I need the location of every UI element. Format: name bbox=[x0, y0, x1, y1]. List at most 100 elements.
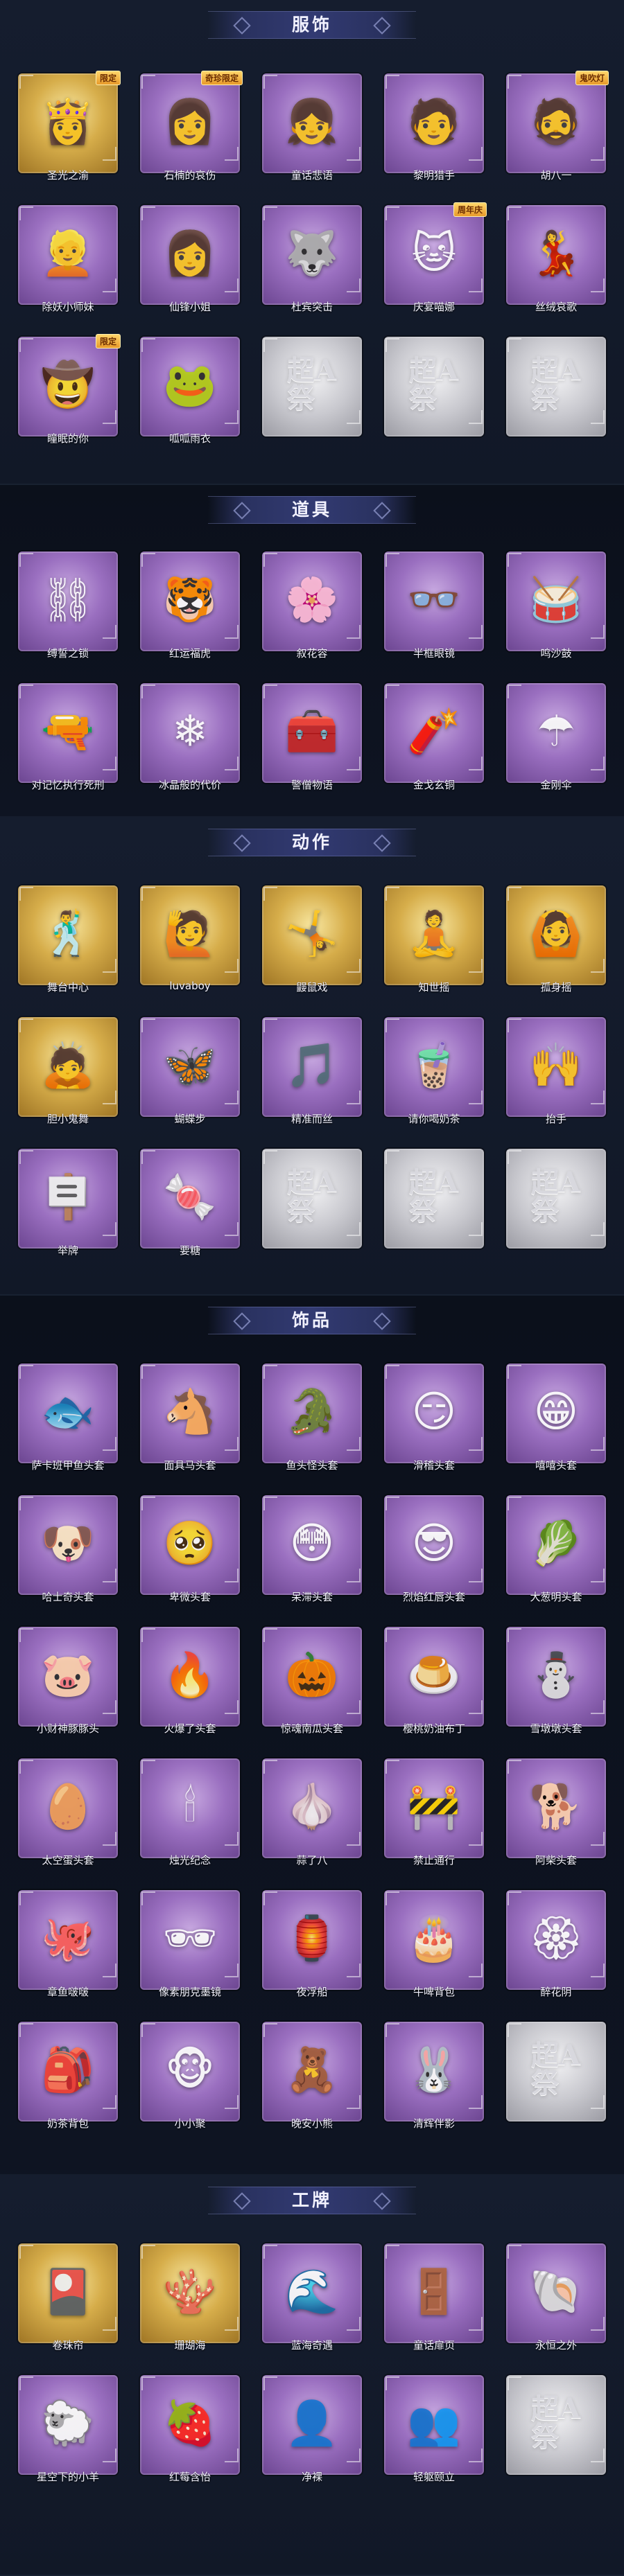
item-card[interactable]: 👓 半框眼镜 bbox=[380, 547, 488, 662]
item-card[interactable]: 🐑 星空下的小羊 bbox=[14, 2371, 122, 2486]
item-card[interactable]: 🐊 鱼头怪头套 bbox=[258, 1359, 366, 1474]
item-card[interactable]: 🍮 樱桃奶油布丁 bbox=[380, 1623, 488, 1738]
item-card[interactable]: 🥁 鸣沙鼓 bbox=[502, 547, 610, 662]
item-card[interactable]: 🧔 鬼吹灯 胡八一 bbox=[502, 69, 610, 184]
item-card[interactable]: 🥬 大葱明头套 bbox=[502, 1491, 610, 1606]
item-card[interactable]: 🥺 卑微头套 bbox=[136, 1491, 244, 1606]
item-card[interactable]: 🧰 警僧物语 bbox=[258, 679, 366, 794]
item-card[interactable]: 🐷 小财神豚豚头 bbox=[14, 1623, 122, 1738]
item-card[interactable]: 👩 仙锋小姐 bbox=[136, 201, 244, 316]
item-card[interactable]: 💃 丝绒哀歌 bbox=[502, 201, 610, 316]
item-card[interactable]: 🎒 奶茶背包 bbox=[14, 2018, 122, 2133]
item-frame: 🏵 bbox=[506, 1890, 606, 1990]
locked-item-card[interactable]: 超A祭 bbox=[502, 2018, 610, 2133]
item-card[interactable]: 🐚 永恒之外 bbox=[502, 2239, 610, 2354]
locked-item-card[interactable]: 超A祭 bbox=[502, 1145, 610, 1260]
placeholder-logo-icon: 超A祭 bbox=[287, 353, 337, 414]
item-card[interactable]: 🦋 蝴蝶步 bbox=[136, 1013, 244, 1128]
item-card[interactable]: 🎃 惊魂南瓜头套 bbox=[258, 1623, 366, 1738]
item-card[interactable]: ⛄ 雪墩墩头套 bbox=[502, 1623, 610, 1738]
item-card[interactable]: 🙆 孤身摇 bbox=[502, 881, 610, 996]
frame-corner bbox=[385, 1891, 399, 1905]
item-card[interactable]: 👱 除妖小师妹 bbox=[14, 201, 122, 316]
item-card[interactable]: 🙇 胆小鬼舞 bbox=[14, 1013, 122, 1128]
locked-item-card[interactable]: 超A祭 bbox=[380, 1145, 488, 1260]
item-card[interactable]: 😎 烈焰红唇头套 bbox=[380, 1491, 488, 1606]
item-card[interactable]: 🏮 夜浮船 bbox=[258, 1886, 366, 2001]
item-card[interactable]: ⛓ 缚誓之锁 bbox=[14, 547, 122, 662]
item-card[interactable]: 👸 限定 圣光之渝 bbox=[14, 69, 122, 184]
placeholder-logo-icon: 超A祭 bbox=[287, 1165, 337, 1226]
item-card[interactable]: 👩 奇珍限定 石楠的哀伤 bbox=[136, 69, 244, 184]
item-card[interactable]: 🕶 像素朋克墨镜 bbox=[136, 1886, 244, 2001]
item-card[interactable]: 🐺 杜宾突击 bbox=[258, 201, 366, 316]
item-card[interactable]: 🧄 蒜了八 bbox=[258, 1754, 366, 1869]
item-name: 净裸 bbox=[301, 2471, 322, 2483]
locked-item-card[interactable]: 超A祭 bbox=[258, 333, 366, 448]
item-card[interactable]: 😳 呆滞头套 bbox=[258, 1491, 366, 1606]
item-card[interactable]: 🧘 知世摇 bbox=[380, 881, 488, 996]
section-header: 动作 bbox=[208, 822, 416, 861]
bear-icon: 🧸 bbox=[285, 2044, 339, 2095]
item-card[interactable]: 🐱 周年庆 庆宴喵娜 bbox=[380, 201, 488, 316]
item-card[interactable]: 🤠 限定 瞳眠的你 bbox=[14, 333, 122, 448]
item-card[interactable]: 🧨 金戈玄铜 bbox=[380, 679, 488, 794]
frame-corner bbox=[19, 553, 33, 567]
item-card[interactable]: 🌸 叙花容 bbox=[258, 547, 366, 662]
item-card[interactable]: 🕺 舞台中心 bbox=[14, 881, 122, 996]
item-card[interactable]: 🧸 晚安小熊 bbox=[258, 2018, 366, 2133]
item-card[interactable]: 🐸 呱呱雨衣 bbox=[136, 333, 244, 448]
item-card[interactable]: 👤 净裸 bbox=[258, 2371, 366, 2486]
item-card[interactable]: 🪧 举牌 bbox=[14, 1145, 122, 1260]
frame-corner bbox=[225, 410, 239, 424]
frame-corner bbox=[469, 959, 483, 973]
item-card[interactable]: 🎴 卷珠帘 bbox=[14, 2239, 122, 2354]
locked-item-card[interactable]: 超A祭 bbox=[380, 333, 488, 448]
item-card[interactable]: 🐙 章鱼啵啵 bbox=[14, 1886, 122, 2001]
item-card[interactable]: 🧋 请你喝奶茶 bbox=[380, 1013, 488, 1128]
item-card[interactable]: 🥚 太空蛋头套 bbox=[14, 1754, 122, 1869]
item-card[interactable]: 🧑 黎明猎手 bbox=[380, 69, 488, 184]
item-frame: 👩 bbox=[140, 73, 240, 173]
item-name: 除妖小师妹 bbox=[42, 301, 94, 313]
item-card[interactable]: 🙌 抬手 bbox=[502, 1013, 610, 1128]
frame-corner bbox=[103, 1569, 116, 1582]
item-card[interactable]: 👥 轻躯颐立 bbox=[380, 2371, 488, 2486]
item-card[interactable]: 😁 嘻嘻头套 bbox=[502, 1359, 610, 1474]
item-card[interactable]: 🍬 要糖 bbox=[136, 1145, 244, 1260]
item-card[interactable]: 🎵 精准而丝 bbox=[258, 1013, 366, 1128]
item-card[interactable]: 😏 滑稽头套 bbox=[380, 1359, 488, 1474]
item-card[interactable]: 🍓 红莓含怡 bbox=[136, 2371, 244, 2486]
item-card[interactable]: 🐶 哈士奇头套 bbox=[14, 1491, 122, 1606]
item-card[interactable]: 🌊 蓝海奇遇 bbox=[258, 2239, 366, 2354]
item-card[interactable]: 👧 童话悲语 bbox=[258, 69, 366, 184]
item-card[interactable]: 🙋 luvaboy bbox=[136, 881, 244, 996]
item-card[interactable]: 🐕 阿柴头套 bbox=[502, 1754, 610, 1869]
item-card[interactable]: 🐴 面具马头套 bbox=[136, 1359, 244, 1474]
item-card[interactable]: 🐯 红运福虎 bbox=[136, 547, 244, 662]
item-name: 卑微头套 bbox=[168, 1591, 211, 1603]
frame-corner bbox=[508, 2376, 521, 2390]
locked-item-card[interactable]: 超A祭 bbox=[258, 1145, 366, 1260]
item-card[interactable]: ☂ 金刚伞 bbox=[502, 679, 610, 794]
blonde-girl-portrait-icon: 👸 bbox=[41, 96, 95, 147]
item-card[interactable]: 🐟 萨卡班甲鱼头套 bbox=[14, 1359, 122, 1474]
item-card[interactable]: 🚪 童话扉页 bbox=[380, 2239, 488, 2354]
doberman-girl-portrait-icon: 🐺 bbox=[285, 227, 339, 279]
item-card[interactable]: 🎂 牛啤背包 bbox=[380, 1886, 488, 2001]
item-card[interactable]: 🕯 烛光纪念 bbox=[136, 1754, 244, 1869]
item-card[interactable]: 🚧 禁止通行 bbox=[380, 1754, 488, 1869]
item-card[interactable]: 🐵 小小聚 bbox=[136, 2018, 244, 2133]
item-card[interactable]: 🏵 醉花阴 bbox=[502, 1886, 610, 2001]
frame-corner bbox=[469, 410, 483, 424]
locked-item-card[interactable]: 超A祭 bbox=[502, 333, 610, 448]
item-name: 鼹鼠戏 bbox=[296, 981, 328, 994]
item-card[interactable]: ❄ 冰晶般的代价 bbox=[136, 679, 244, 794]
item-frame: 🏮 bbox=[262, 1890, 362, 1990]
locked-item-card[interactable]: 超A祭 bbox=[502, 2371, 610, 2486]
item-card[interactable]: 🔫 对记忆执行死刑 bbox=[14, 679, 122, 794]
item-card[interactable]: 🐰 清辉伴影 bbox=[380, 2018, 488, 2133]
item-card[interactable]: 🤸 鼹鼠戏 bbox=[258, 881, 366, 996]
item-card[interactable]: 🪸 珊瑚海 bbox=[136, 2239, 244, 2354]
item-card[interactable]: 🔥 火爆了头套 bbox=[136, 1623, 244, 1738]
